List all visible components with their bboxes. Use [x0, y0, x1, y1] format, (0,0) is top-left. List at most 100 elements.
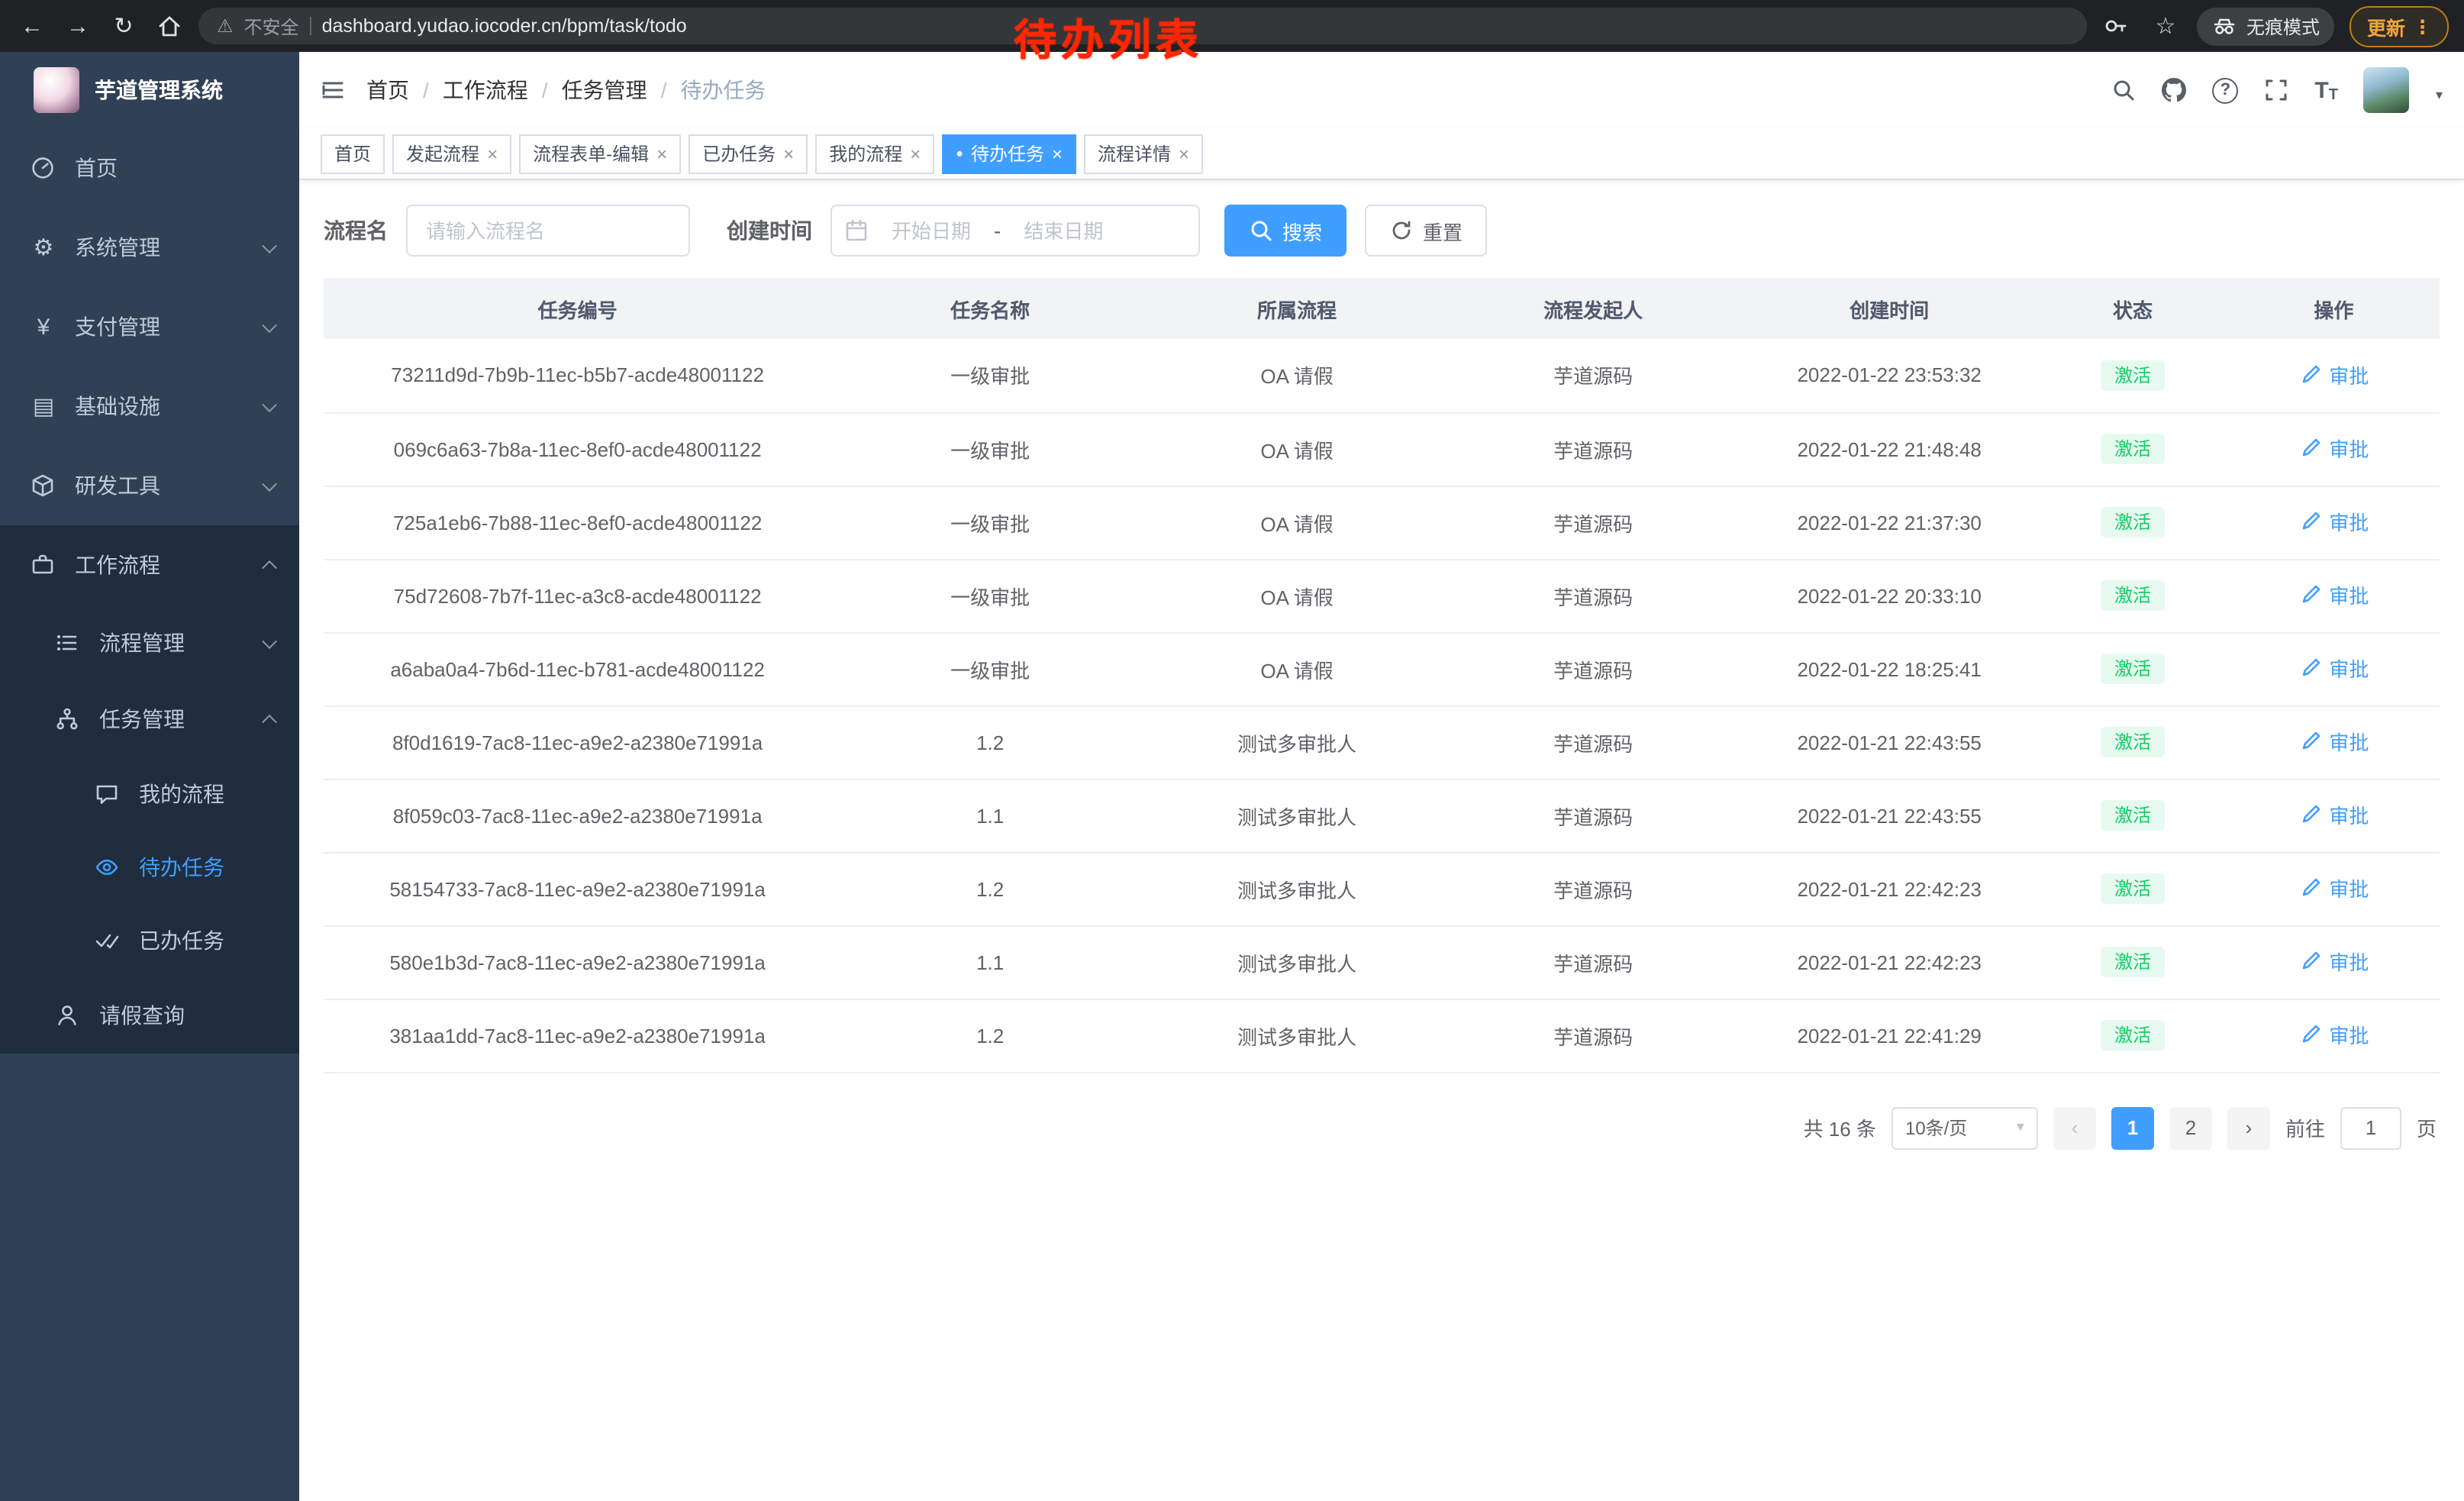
approve-link[interactable]: 审批 — [2298, 507, 2369, 536]
approve-link[interactable]: 审批 — [2298, 727, 2369, 756]
breadcrumb-separator: / — [661, 78, 667, 102]
create-time-label: 创建时间 — [727, 215, 812, 246]
approve-link[interactable]: 审批 — [2298, 434, 2369, 463]
process-name-input[interactable] — [406, 205, 690, 257]
browser-reload-icon[interactable]: ↻ — [107, 9, 140, 43]
tab-home[interactable]: 首页 — [321, 134, 385, 173]
tab-my-process[interactable]: 我的流程 × — [815, 134, 934, 173]
sidebar-item-home[interactable]: 首页 — [0, 128, 299, 208]
sidebar-item-process-management[interactable]: 流程管理 — [0, 605, 299, 681]
browser-update-button[interactable]: 更新 ⋮ — [2350, 5, 2449, 47]
breadcrumb-home[interactable]: 首页 — [366, 75, 409, 105]
approve-link[interactable]: 审批 — [2298, 654, 2369, 683]
sidebar-item-payment[interactable]: ¥ 支付管理 — [0, 287, 299, 366]
approve-link[interactable]: 审批 — [2298, 360, 2369, 389]
key-icon[interactable] — [2100, 9, 2133, 43]
pencil-icon — [2298, 583, 2323, 607]
date-range-picker[interactable]: - — [830, 205, 1200, 257]
approve-link[interactable]: 审批 — [2298, 947, 2369, 976]
security-label: 不安全 — [244, 13, 299, 39]
sidebar-toggle-icon[interactable] — [321, 78, 345, 102]
list-icon — [55, 631, 81, 655]
sidebar: 芋道管理系统 首页 ⚙ 系统管理 ¥ 支付管理 — [0, 52, 299, 1501]
help-icon[interactable]: ? — [2212, 77, 2238, 103]
tab-done-tasks[interactable]: 已办任务 × — [689, 134, 808, 173]
sidebar-item-label: 首页 — [75, 153, 118, 183]
status-badge: 激活 — [2101, 434, 2165, 465]
browser-home-icon[interactable] — [153, 9, 186, 43]
cell-process: 测试多审批人 — [1149, 925, 1445, 999]
fullscreen-icon[interactable] — [2264, 78, 2288, 102]
page-button-2[interactable]: 2 — [2169, 1106, 2212, 1149]
tab-process-form-edit[interactable]: 流程表单-编辑 × — [519, 134, 681, 173]
annotation-text: 待办列表 — [1014, 8, 1203, 69]
end-date-input[interactable] — [1007, 219, 1120, 242]
sidebar-item-my-process[interactable]: 我的流程 — [0, 757, 299, 831]
col-actions: 操作 — [2228, 278, 2440, 339]
sidebar-item-done-tasks[interactable]: 已办任务 — [0, 904, 299, 977]
sidebar-item-task-management[interactable]: 任务管理 — [0, 681, 299, 757]
page-button-1[interactable]: 1 — [2111, 1106, 2154, 1149]
prev-page-button[interactable]: ‹ — [2053, 1106, 2096, 1149]
search-icon — [1249, 218, 1273, 243]
close-icon[interactable]: × — [656, 144, 667, 163]
bookmark-star-icon[interactable]: ☆ — [2149, 9, 2182, 43]
sidebar-item-leave-query[interactable]: 请假查询 — [0, 977, 299, 1054]
not-secure-warning-icon: ⚠ — [217, 15, 234, 37]
tab-process-detail[interactable]: 流程详情 × — [1084, 134, 1203, 173]
sidebar-item-devtools[interactable]: 研发工具 — [0, 446, 299, 525]
reset-button[interactable]: 重置 — [1365, 205, 1487, 257]
browser-chrome: ← → ↻ ⚠ 不安全 dashboard.yudao.iocoder.cn/b… — [0, 0, 2464, 52]
browser-back-icon[interactable]: ← — [15, 9, 49, 43]
sidebar-item-system[interactable]: ⚙ 系统管理 — [0, 208, 299, 287]
approve-link[interactable]: 审批 — [2298, 1020, 2369, 1049]
breadcrumb-workflow[interactable]: 工作流程 — [443, 75, 528, 105]
table-row: 8f0d1619-7ac8-11ec-a9e2-a2380e71991a 1.2… — [324, 705, 2440, 779]
browser-forward-icon[interactable]: → — [61, 9, 95, 43]
browser-actions: ☆ 无痕模式 更新 ⋮ — [2100, 5, 2449, 47]
sidebar-item-infrastructure[interactable]: ▤ 基础设施 — [0, 366, 299, 446]
sidebar-item-todo-tasks[interactable]: 待办任务 — [0, 831, 299, 904]
font-size-icon[interactable]: TT — [2314, 77, 2338, 103]
chevron-down-icon — [264, 401, 275, 412]
close-icon[interactable]: × — [487, 144, 498, 163]
browser-menu-icon[interactable]: ⋮ — [2413, 15, 2432, 37]
table-row: 73211d9d-7b9b-11ec-b5b7-acde48001122 一级审… — [324, 339, 2440, 412]
address-separator — [310, 17, 311, 35]
pencil-icon — [2298, 656, 2323, 680]
tab-todo-tasks[interactable]: ● 待办任务 × — [942, 134, 1076, 173]
col-initiator: 流程发起人 — [1445, 278, 1741, 339]
cell-process: OA 请假 — [1149, 339, 1445, 412]
user-avatar[interactable] — [2364, 67, 2410, 113]
sidebar-item-label: 我的流程 — [139, 779, 224, 809]
github-icon[interactable] — [2162, 78, 2186, 102]
search-button[interactable]: 搜索 — [1224, 205, 1346, 257]
approve-link[interactable]: 审批 — [2298, 580, 2369, 609]
search-icon[interactable] — [2111, 78, 2136, 102]
approve-link[interactable]: 审批 — [2298, 800, 2369, 829]
breadcrumb-current: 待办任务 — [680, 75, 766, 105]
sidebar-item-workflow[interactable]: 工作流程 — [0, 525, 299, 605]
goto-page-input[interactable] — [2340, 1106, 2401, 1149]
cell-initiator: 芋道源码 — [1445, 999, 1741, 1072]
approve-link[interactable]: 审批 — [2298, 873, 2369, 902]
cell-initiator: 芋道源码 — [1445, 339, 1741, 412]
close-icon[interactable]: × — [1052, 144, 1063, 163]
tab-start-process[interactable]: 发起流程 × — [392, 134, 511, 173]
close-icon[interactable]: × — [1179, 144, 1189, 163]
cell-task-name: 1.1 — [831, 925, 1149, 999]
status-badge: 激活 — [2101, 1020, 2165, 1051]
close-icon[interactable]: × — [783, 144, 794, 163]
pencil-icon — [2298, 729, 2323, 754]
close-icon[interactable]: × — [910, 144, 921, 163]
next-page-button[interactable]: › — [2227, 1106, 2270, 1149]
date-range-separator: - — [994, 218, 1001, 243]
cell-created-at: 2022-01-22 23:53:32 — [1741, 339, 2037, 412]
page-size-select[interactable]: 10条/页 ▾ — [1892, 1106, 2038, 1149]
toolbox-icon — [31, 473, 56, 498]
avatar-caret-icon[interactable]: ▾ — [2436, 87, 2443, 104]
pencil-icon — [2298, 362, 2323, 386]
breadcrumb-task-management[interactable]: 任务管理 — [562, 75, 647, 105]
start-date-input[interactable] — [875, 219, 988, 242]
cell-initiator: 芋道源码 — [1445, 486, 1741, 559]
